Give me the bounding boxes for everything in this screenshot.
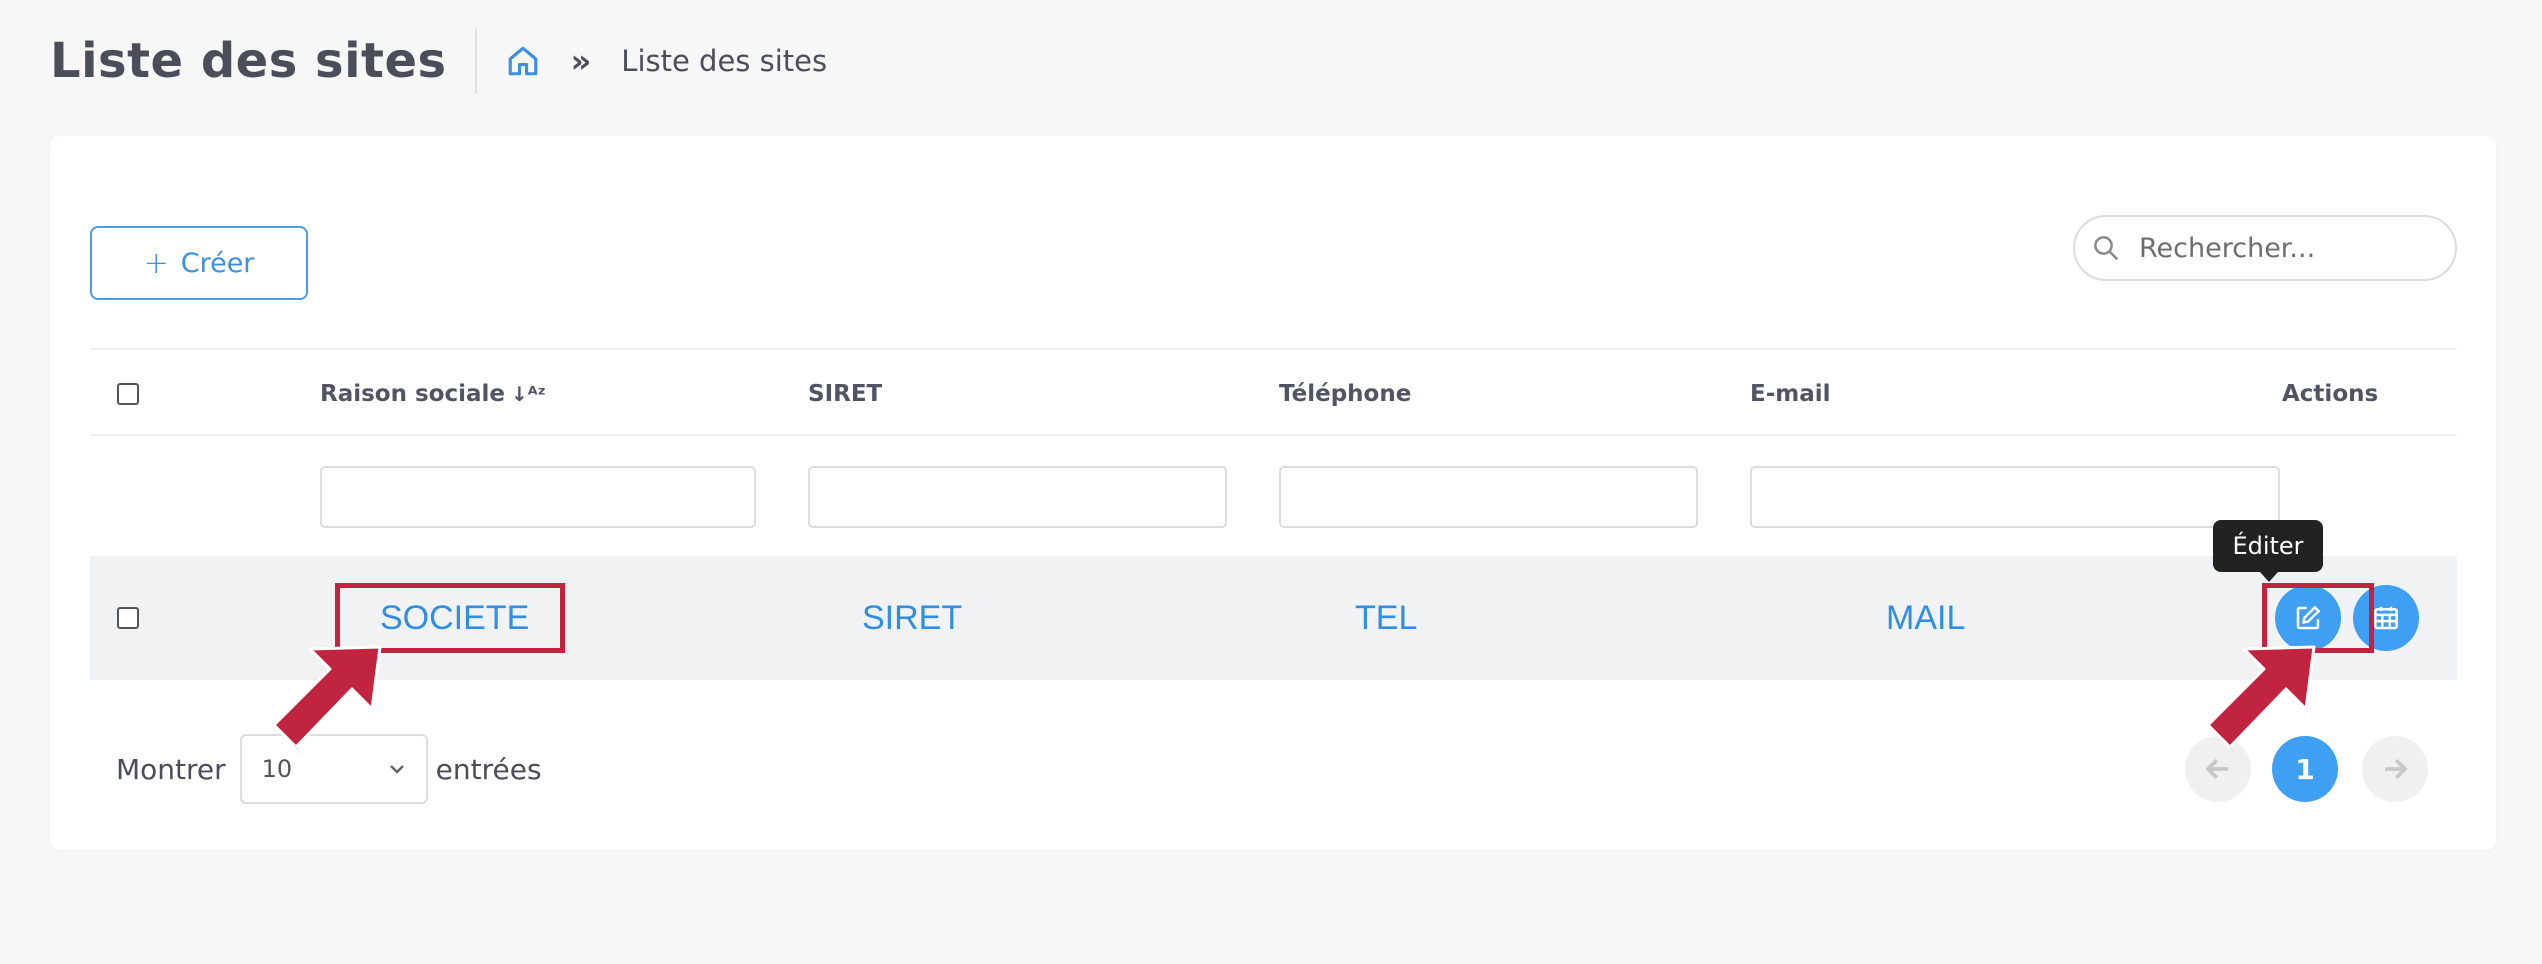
table-header: Raison sociale ↓ᴬᶻ SIRET Téléphone E-mai… bbox=[90, 348, 2457, 436]
filter-row bbox=[90, 436, 2457, 556]
page-title: Liste des sites bbox=[50, 33, 447, 89]
header-divider bbox=[474, 28, 477, 94]
plus-icon: + bbox=[143, 245, 169, 281]
home-icon[interactable] bbox=[503, 41, 543, 81]
annotation-arrow-icon bbox=[2206, 645, 2316, 757]
column-telephone-label: Téléphone bbox=[1279, 381, 1412, 407]
column-email[interactable]: E-mail bbox=[1750, 350, 1831, 438]
create-button[interactable]: + Créer bbox=[90, 226, 308, 300]
cell-email-link[interactable]: MAIL bbox=[1886, 556, 1965, 680]
column-raison-sociale-label: Raison sociale bbox=[320, 381, 505, 407]
row-checkbox[interactable] bbox=[117, 607, 139, 629]
edit-tooltip: Éditer bbox=[2213, 520, 2323, 582]
next-page-button[interactable] bbox=[2362, 736, 2428, 802]
breadcrumb-current: Liste des sites bbox=[621, 44, 828, 78]
column-raison-sociale[interactable]: Raison sociale ↓ᴬᶻ bbox=[320, 350, 546, 438]
search-input[interactable] bbox=[2139, 232, 2439, 264]
annotation-arrow-icon bbox=[272, 645, 382, 757]
page-header: Liste des sites » Liste des sites bbox=[50, 28, 827, 94]
column-siret[interactable]: SIRET bbox=[808, 350, 882, 438]
create-button-label: Créer bbox=[180, 247, 255, 279]
cell-siret-link[interactable]: SIRET bbox=[862, 556, 962, 680]
column-actions: Actions bbox=[2282, 350, 2378, 438]
search-icon bbox=[2094, 236, 2118, 260]
column-siret-label: SIRET bbox=[808, 381, 883, 407]
calendar-icon bbox=[2374, 606, 2398, 630]
search-box[interactable] bbox=[2073, 215, 2457, 281]
column-telephone[interactable]: Téléphone bbox=[1279, 350, 1411, 438]
sites-card: + Créer Raison sociale ↓ᴬᶻ SIRET Télépho… bbox=[50, 136, 2496, 850]
filter-email-input[interactable] bbox=[1750, 466, 2280, 528]
column-actions-label: Actions bbox=[2282, 381, 2379, 407]
header-checkbox-cell bbox=[117, 350, 139, 438]
chevron-down-icon bbox=[389, 765, 404, 774]
row-checkbox-cell bbox=[117, 556, 139, 680]
select-all-checkbox[interactable] bbox=[117, 383, 139, 405]
column-email-label: E-mail bbox=[1750, 381, 1831, 407]
show-label: Montrer bbox=[116, 752, 226, 786]
sites-table: Raison sociale ↓ᴬᶻ SIRET Téléphone E-mai… bbox=[90, 348, 2457, 680]
breadcrumb-separator: » bbox=[570, 42, 592, 80]
filter-raison-sociale-input[interactable] bbox=[320, 466, 756, 528]
filter-siret-input[interactable] bbox=[808, 466, 1227, 528]
sort-az-icon: ↓ᴬᶻ bbox=[511, 382, 546, 406]
filter-telephone-input[interactable] bbox=[1279, 466, 1698, 528]
arrow-right-icon bbox=[2385, 758, 2408, 780]
entries-label: entrées bbox=[435, 752, 542, 786]
table-row: SOCIETE SIRET TEL MAIL bbox=[90, 556, 2457, 680]
cell-telephone-link[interactable]: TEL bbox=[1355, 556, 1417, 680]
